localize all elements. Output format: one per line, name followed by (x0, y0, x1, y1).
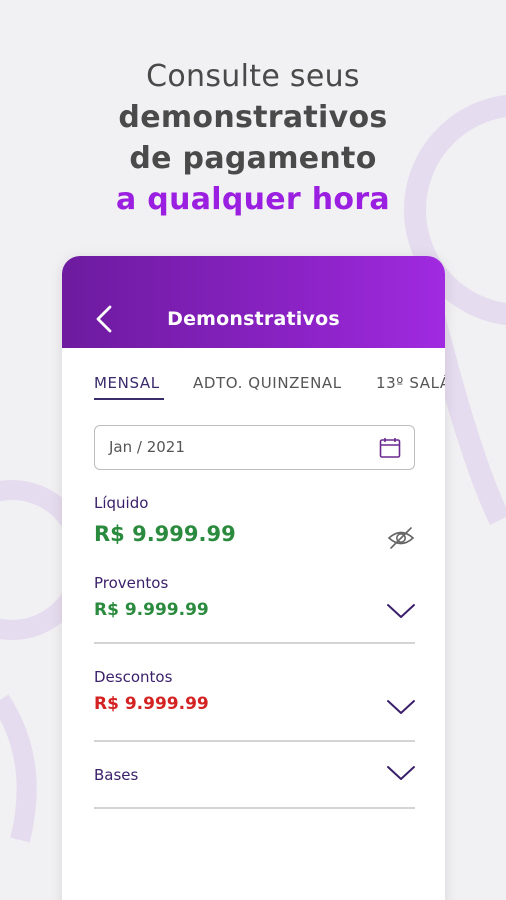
liquido-value: R$ 9.999.99 (94, 522, 236, 546)
headline-line-2: demonstrativos (118, 100, 388, 135)
active-tab-indicator (94, 398, 164, 400)
descontos-label: Descontos (94, 668, 173, 686)
tab-mensal[interactable]: MENSAL (94, 374, 160, 392)
promo-headline: Consulte seus demonstrativos de pagament… (0, 56, 506, 220)
eye-off-icon[interactable] (387, 526, 415, 550)
bases-label: Bases (94, 766, 139, 784)
month-picker-field[interactable]: Jan / 2021 (94, 425, 415, 470)
bases-chevron-down-icon[interactable] (386, 764, 416, 782)
divider (94, 740, 415, 742)
descontos-chevron-down-icon[interactable] (386, 698, 416, 716)
tab-bar: MENSAL ADTO. QUINZENAL 13º SALÁ (62, 348, 445, 408)
proventos-value: R$ 9.999.99 (94, 600, 209, 620)
month-picker-value: Jan / 2021 (109, 438, 185, 456)
divider (94, 807, 415, 809)
tab-13-salario[interactable]: 13º SALÁ (376, 374, 445, 392)
page-title: Demonstrativos (167, 308, 340, 330)
tab-adto-quinzenal[interactable]: ADTO. QUINZENAL (193, 374, 342, 392)
liquido-label: Líquido (94, 494, 149, 512)
headline-line-3: de pagamento (129, 141, 377, 176)
headline-line-1: Consulte seus (146, 59, 360, 94)
phone-screen: Demonstrativos MENSAL ADTO. QUINZENAL 13… (62, 256, 445, 900)
descontos-value: R$ 9.999.99 (94, 694, 209, 714)
proventos-label: Proventos (94, 574, 169, 592)
app-bar: Demonstrativos (62, 256, 445, 348)
headline-line-4: a qualquer hora (116, 182, 390, 217)
proventos-chevron-down-icon[interactable] (386, 602, 416, 620)
divider (94, 642, 415, 644)
calendar-icon[interactable] (378, 436, 402, 460)
